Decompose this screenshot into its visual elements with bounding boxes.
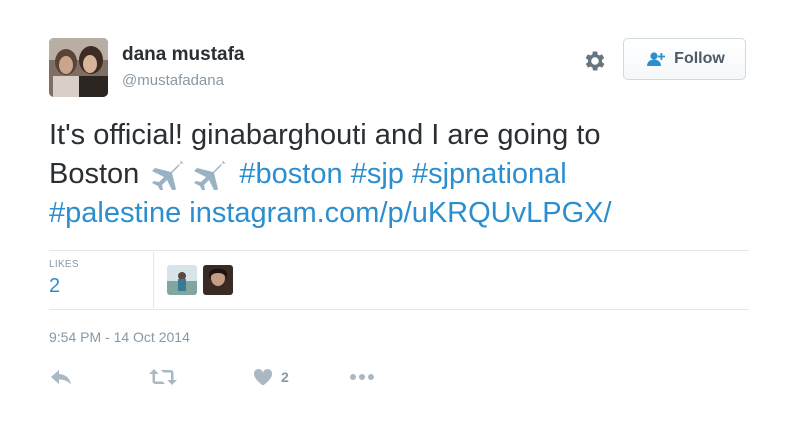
user-handle[interactable]: @mustafadana [122,72,224,89]
tweet-text: It's official! ginabarghouti and I are g… [49,116,749,233]
display-name[interactable]: dana mustafa [122,44,244,66]
liker-avatar[interactable] [167,265,197,295]
more-icon [350,374,374,380]
tweet-text-boston: Boston [49,158,140,190]
hashtag-link[interactable]: #sjp [351,158,404,190]
retweet-icon [149,369,177,385]
airplane-emoji [194,160,227,191]
hashtag-link[interactable]: #sjpnational [412,158,567,190]
timestamp[interactable]: 9:54 PM - 14 Oct 2014 [49,329,190,345]
follow-person-icon [647,52,666,66]
airplane-emoji [152,160,185,191]
avatar[interactable] [49,38,108,97]
hashtag-link[interactable]: #palestine [49,197,181,229]
like-button[interactable]: 2 [253,366,289,388]
divider [49,250,749,251]
divider [153,252,154,308]
likes-label: LIKES [49,259,79,270]
likes-count[interactable]: 2 [49,275,60,298]
retweet-button[interactable] [149,366,177,388]
liker-avatar[interactable] [203,265,233,295]
gear-icon[interactable] [582,48,608,74]
hashtag-link[interactable]: #boston [239,158,342,190]
like-count: 2 [281,369,289,385]
heart-icon [253,368,273,386]
reply-button[interactable] [50,366,72,388]
instagram-link[interactable]: instagram.com/p/uKRQUvLPGX/ [189,197,611,229]
tweet-text-line1: It's official! ginabarghouti and I are g… [49,119,601,151]
more-button[interactable] [349,366,375,388]
reply-icon [51,370,71,385]
tweet-card: dana mustafa @mustafadana Follow It's of… [0,0,800,426]
divider [49,309,749,310]
follow-button-label: Follow [674,50,725,67]
follow-button[interactable]: Follow [623,38,746,80]
